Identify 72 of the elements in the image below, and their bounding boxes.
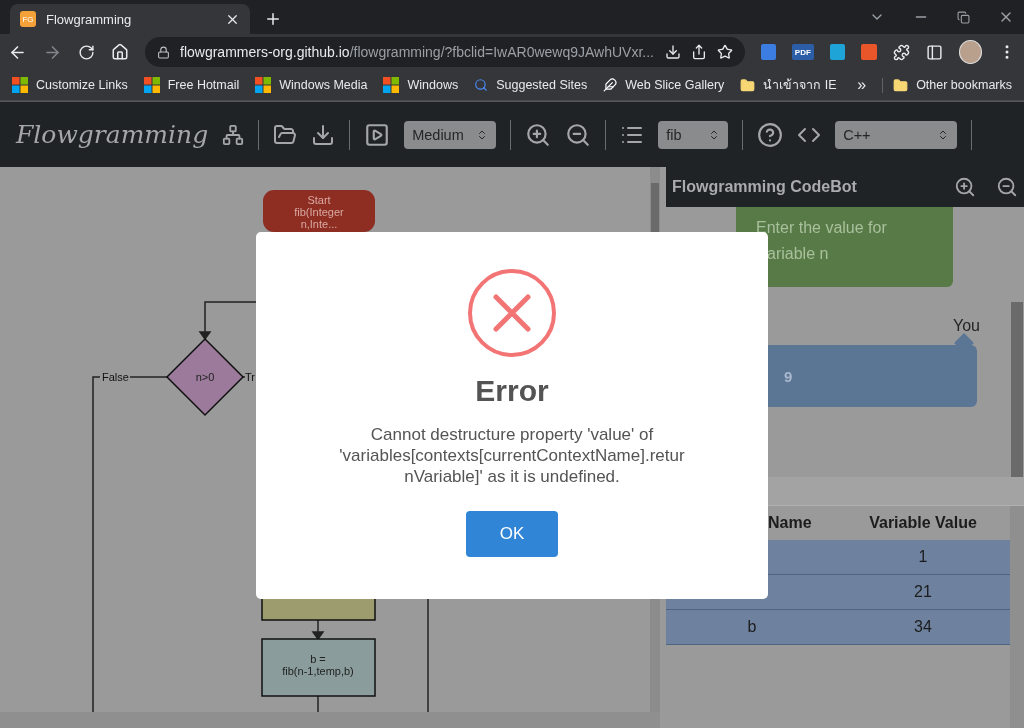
bookmark-link[interactable]: Web Slice Gallery bbox=[625, 78, 725, 92]
node-label: b = bbox=[310, 653, 326, 665]
connector-line bbox=[242, 376, 246, 378]
connector-line bbox=[317, 695, 319, 712]
download-icon[interactable] bbox=[664, 44, 681, 60]
profile-avatar[interactable] bbox=[958, 40, 983, 64]
sitemap-icon bbox=[222, 123, 245, 146]
puzzle-icon[interactable] bbox=[892, 43, 910, 61]
windows-logo-icon bbox=[383, 77, 400, 93]
bookmarks-overflow[interactable]: » bbox=[857, 76, 867, 94]
sender-label: You bbox=[953, 317, 980, 335]
download-icon[interactable] bbox=[311, 122, 336, 147]
folder-icon[interactable] bbox=[273, 122, 298, 147]
function-select[interactable]: fib bbox=[658, 120, 729, 149]
bookmark-link[interactable]: นำเข้าจาก IE bbox=[763, 75, 837, 95]
url-text: flowgrammers-org.github.io/flowgramming/?fbclid=IwAR0wewq9JAwhUVxr... bbox=[180, 44, 655, 60]
restore-icon[interactable] bbox=[957, 10, 970, 24]
error-message: Cannot destructure property 'value' of 'variables[contexts[currentContextName].retur nVariable]' as it is undefined. bbox=[339, 424, 685, 487]
message-text: ariable n bbox=[766, 244, 830, 264]
folder-icon bbox=[740, 77, 756, 93]
browser-tab[interactable]: FG Flowgramming bbox=[10, 4, 250, 34]
reload-icon[interactable] bbox=[78, 43, 95, 61]
share-icon[interactable] bbox=[690, 44, 707, 60]
zoom-out-icon[interactable] bbox=[996, 176, 1018, 198]
windows-logo-icon bbox=[143, 77, 160, 93]
app-logo: Flowgramming bbox=[16, 120, 209, 149]
table-cell-text: 34 bbox=[913, 618, 933, 636]
bookmark-link[interactable]: Other bookmarks bbox=[916, 78, 1012, 92]
pdf-icon[interactable]: PDF bbox=[792, 44, 814, 60]
windows-logo-icon bbox=[255, 77, 272, 93]
dialog-title: Error bbox=[475, 374, 549, 408]
node-label: n>0 bbox=[195, 371, 215, 383]
column-header: Variable Value bbox=[868, 514, 978, 532]
table-cell-text: 21 bbox=[913, 583, 933, 601]
new-tab-icon[interactable] bbox=[264, 10, 282, 28]
node-label: fib(n-1,temp,b) bbox=[282, 665, 354, 677]
zoom-in-icon[interactable] bbox=[954, 176, 976, 198]
connector-arrow bbox=[311, 619, 325, 641]
edge-label: Tr bbox=[245, 371, 255, 383]
side-panel-icon[interactable] bbox=[925, 43, 943, 61]
address-bar[interactable]: flowgrammers-org.github.io/flowgramming/?fbclid=IwAR0wewq9JAwhUVxr... bbox=[145, 37, 745, 67]
error-icon bbox=[467, 268, 557, 358]
edge-label: False bbox=[102, 371, 129, 383]
star-icon[interactable] bbox=[716, 44, 733, 60]
language-select[interactable]: C++ bbox=[835, 120, 958, 149]
table-cell-text: b bbox=[746, 618, 758, 636]
ok-button[interactable]: OK bbox=[466, 511, 558, 557]
speed-select[interactable]: Medium bbox=[404, 120, 497, 149]
bookmark-link[interactable]: Suggested Sites bbox=[496, 78, 588, 92]
lock-icon bbox=[157, 45, 170, 59]
search-icon bbox=[474, 78, 489, 92]
bookmark-link[interactable]: Windows Media bbox=[279, 78, 368, 92]
bookmark-link[interactable]: Customize Links bbox=[36, 78, 128, 92]
message-text: Enter the value for bbox=[756, 218, 888, 238]
help-icon[interactable] bbox=[757, 121, 784, 148]
bookmark-link[interactable]: Windows bbox=[407, 78, 459, 92]
home-icon[interactable] bbox=[111, 43, 129, 61]
tab-favicon: FG bbox=[20, 11, 36, 27]
node-label: n,Inte... bbox=[300, 218, 338, 230]
windows-logo-icon bbox=[12, 77, 28, 93]
feather-icon bbox=[603, 78, 618, 92]
tab-title: Flowgramming bbox=[46, 11, 133, 27]
play-icon[interactable] bbox=[364, 121, 391, 148]
node-label: Start bbox=[307, 194, 331, 206]
panel-title: Flowgramming CodeBot bbox=[672, 178, 858, 196]
table-cell-text: 1 bbox=[917, 548, 929, 566]
node-label: fib(Integer bbox=[294, 206, 344, 218]
bookmark-link[interactable]: Free Hotmail bbox=[167, 78, 240, 92]
zoom-out-icon[interactable] bbox=[565, 121, 592, 148]
column-header: Name bbox=[767, 514, 813, 532]
folder-icon bbox=[893, 77, 909, 93]
zoom-in-icon[interactable] bbox=[525, 121, 552, 148]
